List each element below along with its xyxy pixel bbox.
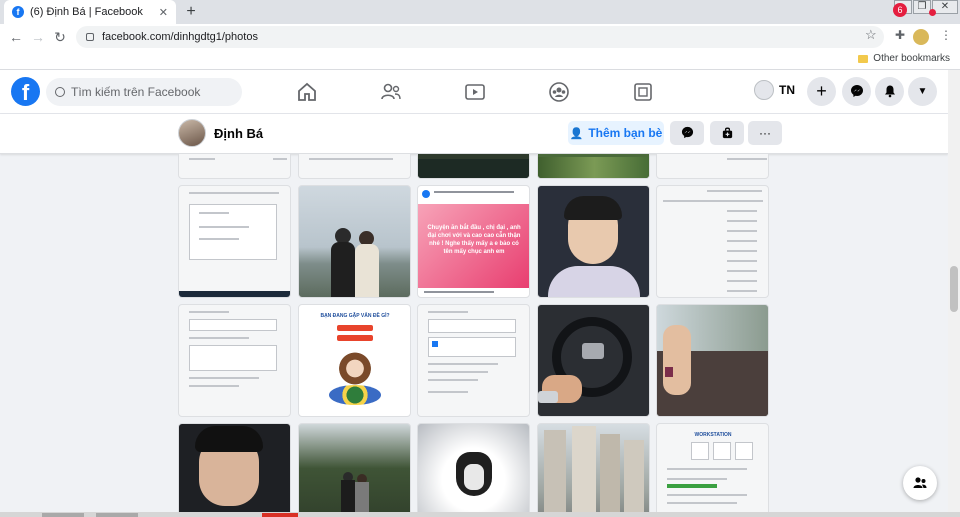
- search-placeholder: Tìm kiếm trên Facebook: [71, 85, 201, 99]
- facebook-favicon-icon: f: [12, 6, 24, 18]
- taskbar-item[interactable]: [96, 513, 138, 517]
- profile-chip[interactable]: TN: [754, 80, 795, 100]
- new-tab-button[interactable]: +: [182, 2, 200, 22]
- meme-caption: Chuyện ăn bắt đầu , chị đại , anh đại ch…: [427, 225, 521, 255]
- profile-subheader: Định Bá 👤 Thêm bạn bè ···: [0, 114, 948, 154]
- photo-thumbnail[interactable]: [537, 423, 650, 517]
- account-alert-dot: [929, 9, 936, 16]
- facebook-logo[interactable]: f: [11, 77, 40, 106]
- create-plus-icon[interactable]: +: [807, 77, 836, 106]
- messenger-icon[interactable]: [842, 77, 871, 106]
- folder-icon: [858, 54, 869, 63]
- photo-thumbnail[interactable]: [298, 185, 411, 298]
- profile-avatar[interactable]: [178, 119, 206, 147]
- avatar: [754, 80, 774, 100]
- photo-thumbnail[interactable]: [298, 154, 411, 179]
- photo-thumbnail[interactable]: [537, 304, 650, 417]
- browser-tab[interactable]: f (6) Định Bá | Facebook ✕: [4, 0, 176, 24]
- add-person-icon: 👤: [569, 127, 584, 140]
- add-friend-label: Thêm bạn bè: [588, 126, 663, 140]
- photo-thumbnail[interactable]: [298, 423, 411, 517]
- messenger-icon: [681, 126, 693, 139]
- new-message-button[interactable]: [903, 466, 937, 500]
- other-bookmarks-label: Other bookmarks: [873, 53, 950, 64]
- photo-thumbnail[interactable]: [178, 185, 291, 298]
- address-bar[interactable]: facebook.com/dinhgdtg1/photos: [76, 26, 884, 48]
- photo-thumbnail[interactable]: [656, 185, 769, 298]
- taskbar-item[interactable]: [42, 513, 84, 517]
- browser-menu-icon[interactable]: ⋮: [938, 28, 954, 46]
- photo-thumbnail[interactable]: [417, 304, 530, 417]
- notifications-bell-icon[interactable]: [875, 77, 904, 106]
- home-icon[interactable]: [293, 78, 321, 106]
- back-arrow-icon[interactable]: ←: [6, 27, 26, 47]
- watch-icon[interactable]: [461, 78, 489, 106]
- profile-name[interactable]: Định Bá: [214, 126, 263, 141]
- photo-thumbnail[interactable]: Chuyện ăn bắt đầu , chị đại , anh đại ch…: [417, 185, 530, 298]
- follow-icon: [722, 127, 732, 139]
- browser-toolbar: ← → ↻ facebook.com/dinhgdtg1/photos: [0, 24, 960, 50]
- photo-thumbnail[interactable]: [537, 185, 650, 298]
- taskbar-item[interactable]: [262, 513, 298, 517]
- search-input[interactable]: Tìm kiếm trên Facebook: [46, 78, 242, 106]
- scrollbar-thumb[interactable]: [950, 266, 958, 312]
- photo-thumbnail[interactable]: [417, 154, 530, 179]
- photo-thumbnail[interactable]: WORKSTATION: [656, 423, 769, 517]
- message-button[interactable]: [670, 121, 704, 145]
- profile-initials: TN: [779, 83, 795, 97]
- extensions-puzzle-icon[interactable]: ✚: [892, 28, 908, 46]
- os-taskbar: [0, 512, 960, 517]
- url-text: facebook.com/dinhgdtg1/photos: [102, 31, 258, 43]
- photo-thumbnail[interactable]: BẠN ĐANG GẶP VẤN ĐỀ GÌ?: [298, 304, 411, 417]
- account-dropdown-icon[interactable]: ▼: [908, 77, 937, 106]
- other-bookmarks[interactable]: Other bookmarks: [858, 53, 950, 64]
- photo-thumbnail[interactable]: [178, 154, 291, 179]
- groups-icon[interactable]: [545, 78, 573, 106]
- more-options-button[interactable]: ···: [748, 121, 782, 145]
- reload-icon[interactable]: ↻: [50, 27, 70, 47]
- forward-arrow-icon[interactable]: →: [28, 27, 48, 47]
- workstation-label: WORKSTATION: [694, 432, 732, 438]
- gaming-icon[interactable]: [629, 78, 657, 106]
- profile-avatar-icon[interactable]: [913, 29, 929, 45]
- tab-close-icon[interactable]: ✕: [159, 6, 168, 19]
- photo-thumbnail[interactable]: [537, 154, 650, 179]
- photo-thumbnail[interactable]: [656, 154, 769, 179]
- photo-thumbnail[interactable]: [417, 423, 530, 517]
- friends-icon[interactable]: [377, 78, 405, 106]
- add-friend-button[interactable]: 👤 Thêm bạn bè: [568, 121, 664, 145]
- photo-thumbnail[interactable]: [178, 304, 291, 417]
- photo-thumbnail[interactable]: [178, 423, 291, 517]
- lock-icon: [86, 33, 94, 41]
- bookmarks-bar: Other bookmarks: [0, 50, 960, 70]
- search-icon: [55, 87, 65, 97]
- notification-count-badge: 6: [893, 3, 907, 17]
- tab-title: (6) Định Bá | Facebook: [30, 6, 143, 18]
- browser-tabstrip: f (6) Định Bá | Facebook ✕ + – ❐ ✕: [0, 0, 960, 24]
- photo-grid: Chuyện ăn bắt đầu , chị đại , anh đại ch…: [178, 154, 771, 517]
- card-heading: BẠN ĐANG GẶP VẤN ĐỀ GÌ?: [320, 313, 390, 319]
- facebook-header: f Tìm kiếm trên Facebook TN + ▼: [0, 70, 948, 114]
- photo-thumbnail[interactable]: [656, 304, 769, 417]
- people-icon: [913, 477, 927, 488]
- follow-button[interactable]: [710, 121, 744, 145]
